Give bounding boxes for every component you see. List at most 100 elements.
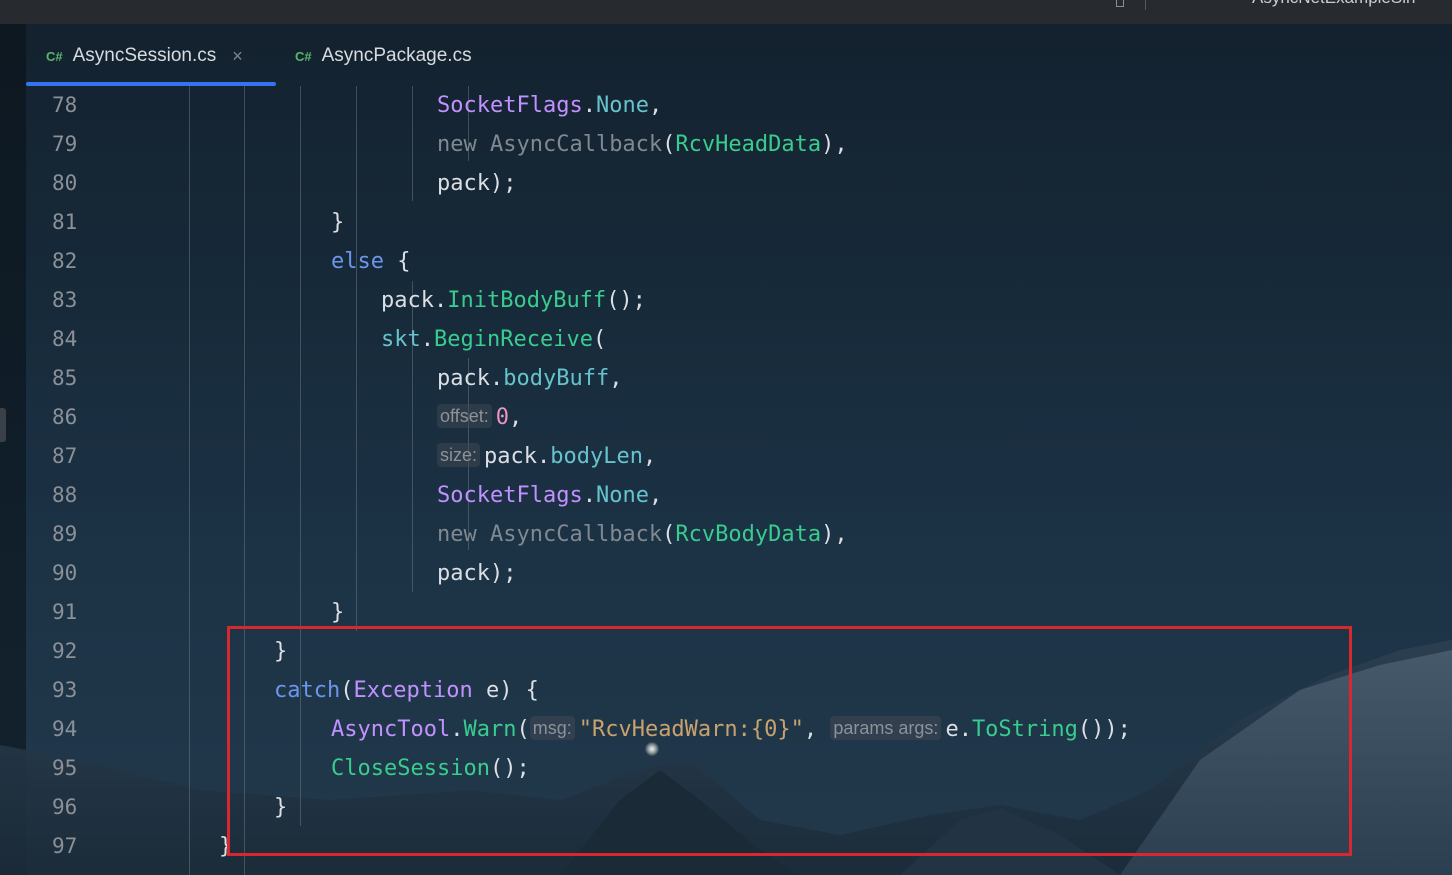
code-token: (); bbox=[606, 288, 646, 313]
line-number: 83 bbox=[52, 288, 78, 312]
code-text: pack); bbox=[437, 554, 516, 593]
code-token: ()); bbox=[1077, 717, 1131, 742]
line-number: 80 bbox=[52, 171, 78, 195]
code-token: } bbox=[331, 600, 345, 625]
code-token: Exception bbox=[353, 678, 473, 703]
code-token: InitBodyBuff bbox=[447, 288, 607, 313]
code-line[interactable]: 86 offset: 0, bbox=[26, 398, 1452, 437]
code-token: BeginReceive bbox=[434, 327, 593, 352]
code-token: , bbox=[642, 444, 657, 469]
code-line[interactable]: 97} bbox=[26, 827, 1452, 866]
code-token: . bbox=[450, 717, 464, 742]
code-token: AsyncCallback bbox=[489, 132, 663, 157]
code-token: pack bbox=[437, 171, 490, 196]
code-token: bodyBuff bbox=[503, 366, 610, 391]
code-token: Warn bbox=[463, 717, 517, 742]
code-line[interactable]: 79 new AsyncCallback(RcvHeadData), bbox=[26, 125, 1452, 164]
code-text: offset: 0, bbox=[437, 398, 522, 437]
line-number: 93 bbox=[52, 678, 78, 702]
code-token: . bbox=[433, 288, 448, 313]
code-token: { bbox=[383, 249, 411, 274]
code-text: new AsyncCallback(RcvBodyData), bbox=[437, 515, 848, 554]
code-editor[interactable]: 78 SocketFlags.None, 79 new AsyncCallback(R… bbox=[26, 86, 1452, 875]
code-token: "RcvHeadWarn:{0}" bbox=[578, 717, 804, 742]
code-text: pack); bbox=[437, 164, 516, 203]
code-line[interactable]: 81} bbox=[26, 203, 1452, 242]
code-token: None bbox=[595, 483, 649, 508]
code-token: SocketFlags bbox=[437, 483, 583, 508]
code-token: . bbox=[582, 483, 596, 508]
code-text: catch(Exception e) { bbox=[274, 671, 539, 710]
code-line[interactable]: 83 pack.InitBodyBuff(); bbox=[26, 281, 1452, 320]
code-text: SocketFlags.None, bbox=[437, 86, 662, 125]
code-line[interactable]: 94 AsyncTool.Warn(msg: "RcvHeadWarn:{0}", … bbox=[26, 710, 1452, 749]
code-token: ( bbox=[662, 132, 676, 157]
code-text: } bbox=[274, 632, 287, 671]
code-token: RcvHeadData bbox=[675, 132, 822, 157]
code-text: new AsyncCallback(RcvHeadData), bbox=[437, 125, 848, 164]
code-token: AsyncCallback bbox=[489, 522, 663, 547]
code-line[interactable]: 92} bbox=[26, 632, 1452, 671]
code-text: skt.BeginReceive( bbox=[381, 320, 606, 359]
code-token: ); bbox=[489, 561, 517, 586]
code-token: catch bbox=[274, 678, 341, 703]
code-line[interactable]: 95 CloseSession(); bbox=[26, 749, 1452, 788]
code-line[interactable]: 78 SocketFlags.None, bbox=[26, 86, 1452, 125]
line-number: 87 bbox=[52, 444, 78, 468]
code-token: e) { bbox=[472, 678, 539, 703]
code-token: . bbox=[489, 366, 504, 391]
code-token: pack bbox=[484, 444, 537, 469]
code-token: ) bbox=[821, 132, 835, 157]
code-token: , bbox=[803, 717, 831, 742]
code-line[interactable]: 85 pack.bodyBuff, bbox=[26, 359, 1452, 398]
code-text: } bbox=[219, 827, 232, 866]
code-text: pack.InitBodyBuff(); bbox=[381, 281, 646, 320]
code-token: . bbox=[582, 93, 596, 118]
line-number: 96 bbox=[52, 795, 78, 819]
code-token: , bbox=[508, 405, 523, 430]
parameter-hint: size: bbox=[437, 443, 481, 467]
code-token: ( bbox=[516, 717, 530, 742]
code-token: pack bbox=[437, 561, 490, 586]
line-number: 89 bbox=[52, 522, 78, 546]
code-token: , bbox=[648, 93, 663, 118]
code-token: } bbox=[274, 639, 288, 664]
code-token: None bbox=[595, 93, 649, 118]
code-line[interactable]: 84 skt.BeginReceive( bbox=[26, 320, 1452, 359]
code-text: AsyncTool.Warn(msg: "RcvHeadWarn:{0}", pa… bbox=[331, 710, 1131, 749]
code-token: CloseSession bbox=[331, 756, 490, 781]
code-token: , bbox=[648, 483, 663, 508]
code-token: ( bbox=[662, 522, 676, 547]
code-token: ( bbox=[340, 678, 354, 703]
code-token: RcvBodyData bbox=[675, 522, 822, 547]
line-number: 86 bbox=[52, 405, 78, 429]
code-token: ( bbox=[592, 327, 607, 352]
code-token: 0 bbox=[495, 405, 509, 430]
line-number: 85 bbox=[52, 366, 78, 390]
code-line[interactable]: 89 new AsyncCallback(RcvBodyData), bbox=[26, 515, 1452, 554]
line-number: 95 bbox=[52, 756, 78, 780]
line-number: 79 bbox=[52, 132, 78, 156]
code-token: pack bbox=[437, 366, 490, 391]
code-token: , bbox=[609, 366, 623, 391]
code-line[interactable]: 87 size: pack.bodyLen, bbox=[26, 437, 1452, 476]
code-token: . bbox=[420, 327, 434, 352]
code-token: AsyncTool bbox=[331, 717, 451, 742]
code-token: } bbox=[331, 210, 345, 235]
code-line[interactable]: 82 else { bbox=[26, 242, 1452, 281]
code-token: SocketFlags bbox=[437, 93, 583, 118]
code-line[interactable]: 93 catch(Exception e) { bbox=[26, 671, 1452, 710]
code-line[interactable]: 96} bbox=[26, 788, 1452, 827]
code-token: , bbox=[834, 132, 848, 157]
code-token: new bbox=[437, 132, 490, 157]
code-text: } bbox=[331, 203, 344, 242]
code-line[interactable]: 91} bbox=[26, 593, 1452, 632]
line-number: 78 bbox=[52, 93, 78, 117]
code-line[interactable]: 80 pack); bbox=[26, 164, 1452, 203]
code-line[interactable]: 88 SocketFlags.None, bbox=[26, 476, 1452, 515]
line-number: 92 bbox=[52, 639, 78, 663]
code-token: . bbox=[958, 717, 972, 742]
code-line[interactable]: 90 pack); bbox=[26, 554, 1452, 593]
parameter-hint: msg: bbox=[529, 716, 575, 740]
code-token: , bbox=[834, 522, 848, 547]
